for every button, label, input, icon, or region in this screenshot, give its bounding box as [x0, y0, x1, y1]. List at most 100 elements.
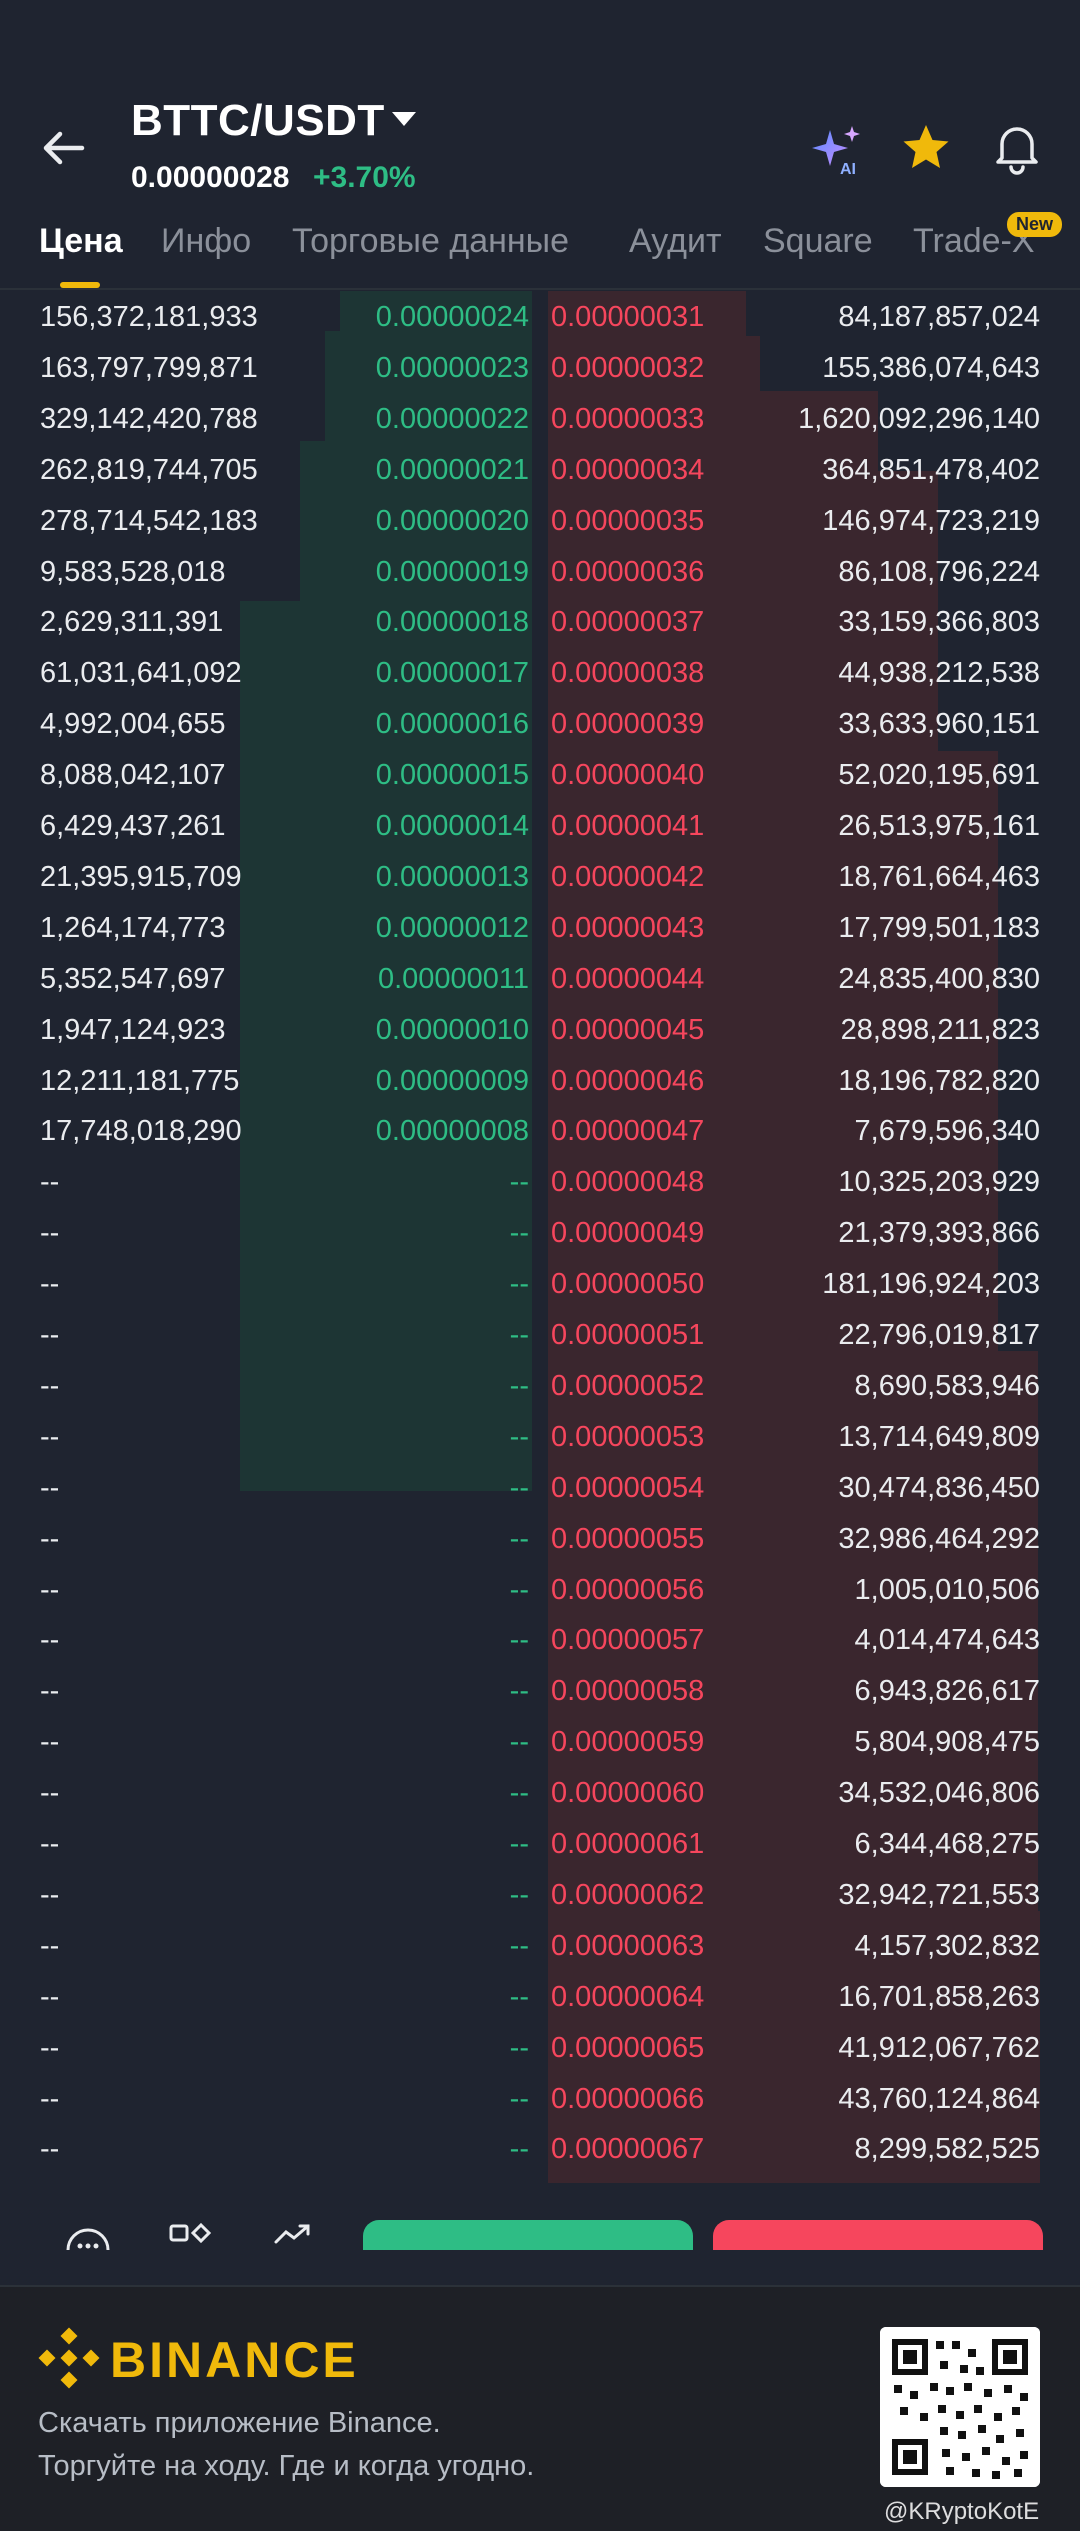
order-book-row[interactable]: 329,142,420,788 0.00000022 0.00000033 1,620…	[0, 393, 1080, 444]
ask-amount: 43,760,124,864	[838, 2082, 1040, 2115]
sell-button[interactable]	[713, 2220, 1043, 2250]
bid-price: 0.00000012	[375, 911, 529, 944]
order-book-row[interactable]: 1,947,124,923 0.00000010 0.00000045 28,898,…	[0, 1004, 1080, 1055]
order-book-row[interactable]: 9,583,528,018 0.00000019 0.00000036 86,108,…	[0, 546, 1080, 597]
bid-price: --	[509, 1319, 529, 1351]
ask-price: 0.00000043	[551, 911, 705, 944]
ask-price: 0.00000049	[551, 1217, 705, 1250]
bid-amount: --	[40, 1268, 60, 1301]
tab-trading-data[interactable]: Торговые данные	[292, 222, 569, 261]
order-book-row[interactable]: -- -- 0.00000052 8,690,583,946	[0, 1360, 1080, 1411]
order-book-row[interactable]: 4,992,004,655 0.00000016 0.00000039 33,633,…	[0, 698, 1080, 749]
bid-price: --	[509, 1929, 529, 1962]
order-book-row[interactable]: -- -- 0.00000067 8,299,582,525	[0, 2123, 1080, 2174]
order-book-row[interactable]: -- -- 0.00000061 6,344,468,275	[0, 1818, 1080, 1869]
order-book-row[interactable]: -- -- 0.00000064 16,701,858,263	[0, 1971, 1080, 2022]
order-book-row[interactable]: -- -- 0.00000054 30,474,836,450	[0, 1462, 1080, 1513]
ask-amount: 30,474,836,450	[838, 1471, 1040, 1504]
order-book-row[interactable]: -- -- 0.00000055 32,986,464,292	[0, 1513, 1080, 1564]
order-book-row[interactable]: 1,264,174,773 0.00000012 0.00000043 17,799,…	[0, 902, 1080, 953]
bid-price: 0.00000015	[375, 759, 529, 792]
more-icon[interactable]	[64, 2220, 112, 2250]
ask-price: 0.00000053	[551, 1420, 705, 1453]
ask-amount: 22,796,019,817	[838, 1319, 1040, 1351]
tab-info[interactable]: Инфо	[161, 222, 251, 261]
ask-amount: 13,714,649,809	[838, 1420, 1040, 1453]
back-arrow-icon[interactable]	[36, 120, 92, 176]
order-book-row[interactable]: -- -- 0.00000063 4,157,302,832	[0, 1920, 1080, 1971]
order-book-row[interactable]: 61,031,641,092 0.00000017 0.00000038 44,938…	[0, 647, 1080, 698]
order-book-row[interactable]: 2,629,311,391 0.00000018 0.00000037 33,159,…	[0, 596, 1080, 647]
qr-code[interactable]	[880, 2327, 1040, 2487]
ask-price: 0.00000063	[551, 1929, 705, 1962]
favorite-star-icon[interactable]	[898, 120, 954, 176]
order-book-row[interactable]: 12,211,181,775 0.00000009 0.00000046 18,196…	[0, 1055, 1080, 1106]
order-book-row[interactable]: -- -- 0.00000050 181,196,924,203	[0, 1258, 1080, 1309]
order-book-row[interactable]: 156,372,181,933 0.00000024 0.00000031 84,18…	[0, 291, 1080, 342]
order-book-row[interactable]: -- -- 0.00000060 34,532,046,806	[0, 1767, 1080, 1818]
ask-price: 0.00000041	[551, 810, 705, 842]
bid-amount: --	[40, 1929, 60, 1962]
bid-price: --	[509, 1268, 529, 1301]
bid-price: --	[509, 1726, 529, 1759]
order-book-row[interactable]: 278,714,542,183 0.00000020 0.00000035 146,9…	[0, 495, 1080, 546]
ask-amount: 52,020,195,691	[838, 759, 1040, 792]
order-book-row[interactable]: -- -- 0.00000053 13,714,649,809	[0, 1411, 1080, 1462]
order-book-row[interactable]: -- -- 0.00000059 5,804,908,475	[0, 1716, 1080, 1767]
tab-square[interactable]: Square	[763, 222, 873, 261]
order-book-row[interactable]: -- -- 0.00000066 43,760,124,864	[0, 2073, 1080, 2124]
bid-amount: 278,714,542,183	[40, 504, 258, 537]
bid-amount: --	[40, 1471, 60, 1504]
order-book-row[interactable]: 17,748,018,290 0.00000008 0.00000047 7,679,…	[0, 1105, 1080, 1156]
ask-amount: 41,912,067,762	[838, 2031, 1040, 2064]
tab-price[interactable]: Цена	[39, 222, 123, 261]
ask-price: 0.00000031	[551, 301, 705, 333]
ask-price: 0.00000061	[551, 1828, 705, 1860]
bid-amount: --	[40, 1420, 60, 1453]
ask-amount: 26,513,975,161	[838, 810, 1040, 842]
order-book-row[interactable]: 163,797,799,871 0.00000023 0.00000032 155,3…	[0, 342, 1080, 393]
bid-amount: 21,395,915,709	[40, 860, 242, 893]
order-book-row[interactable]: 262,819,744,705 0.00000021 0.00000034 364,8…	[0, 444, 1080, 495]
order-book-row[interactable]: 21,395,915,709 0.00000013 0.00000042 18,761…	[0, 851, 1080, 902]
notification-bell-icon[interactable]	[988, 118, 1046, 176]
order-book-row[interactable]: -- -- 0.00000057 4,014,474,643	[0, 1614, 1080, 1665]
bid-amount: 9,583,528,018	[40, 555, 226, 588]
ask-price: 0.00000066	[551, 2082, 705, 2115]
order-book-row[interactable]: 8,088,042,107 0.00000015 0.00000040 52,020,…	[0, 749, 1080, 800]
trading-pair-title[interactable]: BTTC/USDT	[131, 96, 385, 146]
order-book-row[interactable]: -- -- 0.00000062 32,942,721,553	[0, 1869, 1080, 1920]
order-book-row[interactable]: -- -- 0.00000058 6,943,826,617	[0, 1665, 1080, 1716]
ask-price: 0.00000039	[551, 708, 705, 741]
ask-amount: 32,942,721,553	[838, 1878, 1040, 1911]
bid-amount: --	[40, 1624, 60, 1657]
order-book-row[interactable]: 6,429,437,261 0.00000014 0.00000041 26,513,…	[0, 800, 1080, 851]
svg-text:AI: AI	[840, 161, 856, 178]
ask-amount: 21,379,393,866	[838, 1217, 1040, 1250]
bid-amount: --	[40, 1522, 60, 1555]
order-book-row[interactable]: -- -- 0.00000065 41,912,067,762	[0, 2022, 1080, 2073]
ask-price: 0.00000055	[551, 1522, 705, 1555]
tab-audit[interactable]: Аудит	[629, 222, 722, 261]
order-book-row[interactable]: 5,352,547,697 0.00000011 0.00000044 24,835,…	[0, 953, 1080, 1004]
order-book-row[interactable]: -- -- 0.00000048 10,325,203,929	[0, 1156, 1080, 1207]
ask-amount: 84,187,857,024	[838, 301, 1040, 333]
order-book-row[interactable]: -- -- 0.00000051 22,796,019,817	[0, 1309, 1080, 1360]
bid-amount: 61,031,641,092	[40, 657, 242, 690]
ask-amount: 8,690,583,946	[854, 1369, 1040, 1402]
order-book-layout-icon[interactable]	[167, 2220, 215, 2250]
bid-amount: --	[40, 1777, 60, 1810]
buy-button[interactable]	[363, 2220, 693, 2250]
order-book-row[interactable]: -- -- 0.00000056 1,005,010,506	[0, 1564, 1080, 1615]
ask-amount: 33,633,960,151	[838, 708, 1040, 741]
ai-sparkle-icon[interactable]: AI	[810, 122, 866, 178]
binance-wordmark: BINANCE	[110, 2332, 359, 2388]
ask-amount: 181,196,924,203	[822, 1268, 1040, 1301]
ask-price: 0.00000047	[551, 1115, 705, 1148]
trend-icon[interactable]	[270, 2220, 318, 2250]
order-book-row[interactable]: -- -- 0.00000049 21,379,393,866	[0, 1207, 1080, 1258]
header-divider	[0, 288, 1080, 290]
ask-price: 0.00000060	[551, 1777, 705, 1810]
bid-price: 0.00000014	[375, 810, 529, 842]
pair-dropdown-icon[interactable]	[392, 112, 416, 126]
